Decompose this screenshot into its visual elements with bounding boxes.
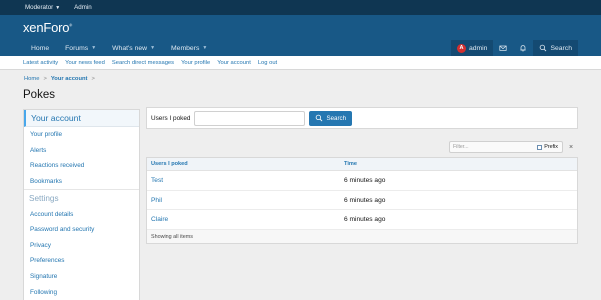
alerts-button[interactable] xyxy=(513,40,533,56)
account-sidebar: Your account Your profile Alerts Reactio… xyxy=(23,109,140,300)
nav-tab-whats-new[interactable]: What's new ▼ xyxy=(104,40,163,56)
breadcrumb-separator: > xyxy=(43,76,47,82)
user-link[interactable]: Test xyxy=(147,177,344,184)
poke-time: 6 minutes ago xyxy=(344,216,386,224)
username: admin xyxy=(468,44,488,52)
subnav-news-feed[interactable]: Your news feed xyxy=(65,60,105,66)
chevron-down-icon[interactable]: ▼ xyxy=(202,45,207,51)
breadcrumb: Home > Your account > xyxy=(24,76,95,82)
prefix-toggle[interactable]: Prefix xyxy=(537,144,558,150)
admin-link[interactable]: Admin xyxy=(74,4,92,11)
filter-placeholder: Filter... xyxy=(453,144,469,150)
subnav-your-profile[interactable]: Your profile xyxy=(181,60,210,66)
account-menu[interactable]: A admin xyxy=(450,40,494,56)
sidebar-item-your-profile[interactable]: Your profile xyxy=(24,127,139,143)
table-row: Phil 6 minutes ago xyxy=(147,191,577,211)
sidebar-item-account-details[interactable]: Account details xyxy=(24,206,139,222)
sidebar-item-alerts[interactable]: Alerts xyxy=(24,143,139,159)
site-logo[interactable]: xenForo® xyxy=(23,20,72,35)
sidebar-item-signature[interactable]: Signature xyxy=(24,269,139,285)
nav-tab-home[interactable]: Home xyxy=(23,40,57,56)
sidebar-heading-settings: Settings xyxy=(24,189,139,206)
table-row: Test 6 minutes ago xyxy=(147,171,577,191)
nav-user-area: A admin Search xyxy=(450,40,578,56)
caret-down-icon: ▼ xyxy=(55,5,61,11)
column-header-time[interactable]: Time xyxy=(344,161,577,167)
subnav-your-account[interactable]: Your account xyxy=(217,60,251,66)
search-icon xyxy=(316,114,323,122)
poke-time: 6 minutes ago xyxy=(344,196,386,204)
table-row: Claire 6 minutes ago xyxy=(147,210,577,231)
moderator-menu[interactable]: Moderator ▼ xyxy=(25,4,60,11)
sidebar-item-privacy[interactable]: Privacy xyxy=(24,238,139,254)
user-link[interactable]: Claire xyxy=(147,216,344,223)
search-submit-button[interactable]: Search xyxy=(309,110,353,126)
column-header-users-poked[interactable]: Users I poked xyxy=(147,161,344,167)
breadcrumb-home[interactable]: Home xyxy=(24,76,39,82)
subnav-log-out[interactable]: Log out xyxy=(258,60,277,66)
prefix-checkbox[interactable] xyxy=(537,144,543,150)
chevron-down-icon[interactable]: ▼ xyxy=(150,45,155,51)
sidebar-item-following[interactable]: Following xyxy=(24,284,139,300)
chevron-down-icon[interactable]: ▼ xyxy=(91,45,96,51)
table-header: Users I poked Time xyxy=(147,158,577,171)
table-footer: Showing all items xyxy=(147,230,577,244)
main-navbar: Home Forums ▼ What's new ▼ Members ▼ A admi… xyxy=(0,40,601,56)
subnav-search-direct-messages[interactable]: Search direct messages xyxy=(112,60,174,66)
envelope-icon xyxy=(499,45,508,51)
users-poked-label: Users I poked xyxy=(151,114,191,122)
search-button[interactable]: Search xyxy=(533,40,578,56)
pokes-table: Users I poked Time Test 6 minutes ago Ph… xyxy=(146,157,578,245)
search-icon xyxy=(540,44,547,52)
sidebar-heading-your-account[interactable]: Your account xyxy=(24,110,139,127)
user-link[interactable]: Phil xyxy=(147,197,344,204)
breadcrumb-your-account[interactable]: Your account xyxy=(51,76,88,82)
subnav-latest-activity[interactable]: Latest activity xyxy=(23,60,58,66)
avatar: A xyxy=(456,43,466,53)
prefix-label: Prefix xyxy=(544,144,558,150)
sidebar-item-reactions-received[interactable]: Reactions received xyxy=(24,158,139,174)
page-title: Pokes xyxy=(23,89,55,101)
staff-bar: Moderator ▼ Admin xyxy=(0,0,601,15)
sub-navigation: Latest activity Your news feed Search di… xyxy=(0,56,601,70)
sidebar-item-password-security[interactable]: Password and security xyxy=(24,222,139,238)
close-icon[interactable]: × xyxy=(565,141,577,153)
filter-input[interactable]: Filter... Prefix xyxy=(449,141,563,153)
poke-search-form: Users I poked Search xyxy=(146,107,578,129)
users-poked-input[interactable] xyxy=(194,110,306,126)
bell-icon xyxy=(520,45,527,52)
inbox-button[interactable] xyxy=(493,40,513,56)
filter-bar: Filter... Prefix × xyxy=(449,141,577,153)
sidebar-item-bookmarks[interactable]: Bookmarks xyxy=(24,174,139,190)
sidebar-item-preferences[interactable]: Preferences xyxy=(24,253,139,269)
nav-tab-forums[interactable]: Forums ▼ xyxy=(57,40,104,56)
site-header: xenForo® xyxy=(0,15,601,40)
nav-tab-members[interactable]: Members ▼ xyxy=(163,40,215,56)
breadcrumb-separator: > xyxy=(91,76,95,82)
poke-time: 6 minutes ago xyxy=(344,176,386,184)
